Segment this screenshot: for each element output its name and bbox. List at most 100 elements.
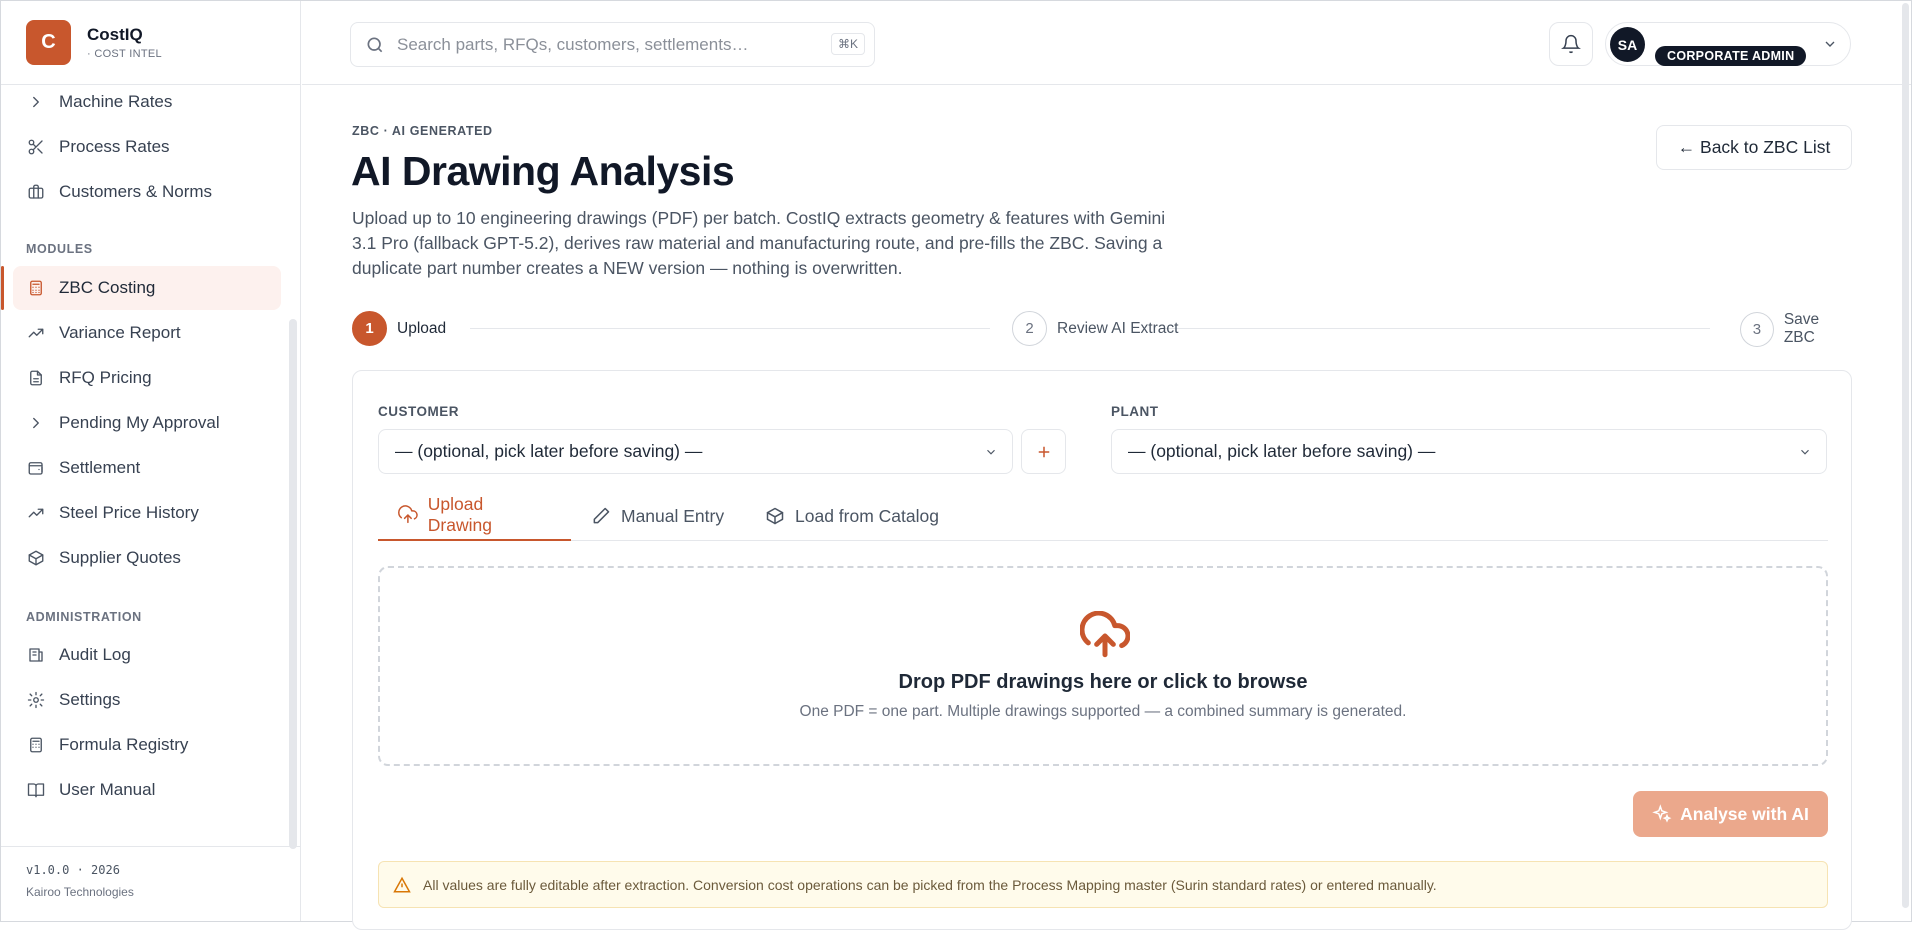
- sidebar-item-label: Settings: [59, 690, 121, 709]
- add-customer-button[interactable]: [1021, 429, 1066, 474]
- pencil-icon: [593, 507, 610, 524]
- tab-label: Upload Drawing: [427, 494, 492, 535]
- user-menu[interactable]: SA CORPORATE ADMIN: [1605, 22, 1851, 66]
- step-label: Upload: [397, 319, 447, 337]
- customer-select[interactable]: — (optional, pick later before saving) —: [378, 429, 1013, 474]
- calculator-icon: [30, 737, 42, 753]
- sidebar-nav: Machine Rates Process Rates Customers & …: [1, 85, 291, 845]
- sidebar-item-label: Variance Report: [59, 323, 181, 342]
- upload-cloud-icon: [398, 505, 418, 524]
- customer-select-value: — (optional, pick later before saving) —: [395, 441, 703, 461]
- sidebar-item-label: Pending My Approval: [59, 413, 220, 432]
- step-number: 3: [1740, 311, 1774, 347]
- step-review-ai-extract: 2 Review AI Extract: [1012, 311, 1178, 346]
- sidebar-item-rfq-pricing[interactable]: RFQ Pricing: [13, 356, 281, 400]
- step-connector: [470, 328, 990, 329]
- notice-text: All values are fully editable after extr…: [423, 876, 1437, 893]
- trending-up-icon: [28, 508, 44, 518]
- notifications-button[interactable]: [1549, 22, 1593, 66]
- step-label: Save ZBC: [1783, 311, 1820, 346]
- search-shortcut-badge: ⌘K: [830, 33, 865, 55]
- step-label: Review AI Extract: [1057, 319, 1179, 337]
- sidebar-item-label: Audit Log: [59, 645, 131, 664]
- brand-subtitle: · COST INTEL: [87, 48, 162, 60]
- sidebar-item-label: Supplier Quotes: [59, 548, 181, 567]
- bell-icon: [1561, 34, 1581, 54]
- sidebar-item-pending-approval[interactable]: Pending My Approval: [13, 401, 281, 445]
- tab-manual-entry[interactable]: Manual Entry: [571, 491, 744, 541]
- page-description: Upload up to 10 engineering drawings (PD…: [352, 208, 1166, 278]
- sidebar-item-customers-norms[interactable]: Customers & Norms: [13, 170, 281, 214]
- brand-logo: C: [26, 20, 71, 65]
- chevron-down-icon: [987, 449, 995, 455]
- tab-label: Manual Entry: [621, 505, 725, 526]
- info-notice: All values are fully editable after extr…: [378, 861, 1828, 908]
- sidebar-item-label: Formula Registry: [59, 735, 189, 754]
- document-icon: [30, 370, 42, 386]
- sidebar-item-label: RFQ Pricing: [59, 368, 152, 387]
- trending-up-icon: [28, 328, 44, 338]
- brand-header[interactable]: C CostIQ · COST INTEL: [1, 1, 300, 85]
- step-number: 2: [1012, 311, 1047, 346]
- step-save-zbc: 3 Save ZBC: [1740, 311, 1852, 347]
- company-name: Kairoo Technologies: [26, 885, 134, 899]
- main-content: ZBC · AI GENERATED AI Drawing Analysis U…: [302, 85, 1911, 930]
- sidebar-item-label: Process Rates: [59, 137, 170, 156]
- sidebar-item-steel-price-history[interactable]: Steel Price History: [13, 491, 281, 535]
- warning-icon: [393, 876, 411, 892]
- sidebar: C CostIQ · COST INTEL Machine Rates Proc…: [1, 1, 301, 921]
- back-to-zbc-list-button[interactable]: ← Back to ZBC List: [1656, 125, 1852, 170]
- sidebar-item-label: Settlement: [59, 458, 141, 477]
- dropzone-title: Drop PDF drawings here or click to brows…: [898, 671, 1308, 693]
- page-eyebrow: ZBC · AI GENERATED: [352, 124, 493, 138]
- box-icon: [766, 507, 784, 525]
- search-icon: [367, 37, 383, 52]
- plant-select[interactable]: — (optional, pick later before saving) —: [1111, 429, 1827, 474]
- search-input[interactable]: [397, 34, 817, 55]
- page-title: AI Drawing Analysis: [351, 148, 735, 194]
- tab-load-from-catalog[interactable]: Load from Catalog: [745, 491, 959, 541]
- search-box[interactable]: ⌘K: [350, 22, 875, 67]
- book-icon: [27, 783, 45, 798]
- sidebar-item-machine-rates[interactable]: Machine Rates: [13, 85, 281, 124]
- tab-upload-drawing[interactable]: Upload Drawing: [378, 491, 571, 541]
- chevron-right-icon: [33, 417, 39, 429]
- stepper: 1 Upload 2 Review AI Extract 3 Save ZBC: [352, 311, 1852, 347]
- sidebar-item-user-manual[interactable]: User Manual: [13, 768, 281, 812]
- page-scrollbar[interactable]: [1900, 1, 1911, 921]
- section-label-administration: ADMINISTRATION: [26, 610, 142, 624]
- sidebar-item-formula-registry[interactable]: Formula Registry: [13, 723, 281, 767]
- chevron-down-icon: [1825, 41, 1835, 47]
- calculator-icon: [30, 280, 42, 296]
- pdf-dropzone[interactable]: Drop PDF drawings here or click to brows…: [378, 566, 1828, 766]
- upload-cloud-icon: [1080, 611, 1130, 658]
- chevron-down-icon: [1801, 449, 1809, 455]
- sidebar-item-zbc-costing[interactable]: ZBC Costing: [1, 266, 281, 310]
- app-version: v1.0.0 · 2026: [26, 863, 120, 877]
- sidebar-item-label: User Manual: [59, 780, 156, 799]
- plant-select-value: — (optional, pick later before saving) —: [1128, 441, 1436, 461]
- sidebar-item-process-rates[interactable]: Process Rates: [13, 125, 281, 169]
- sparkles-icon: [1652, 804, 1672, 823]
- scissors-icon: [28, 139, 43, 155]
- sidebar-item-label: Steel Price History: [59, 503, 199, 522]
- sidebar-item-settlement[interactable]: Settlement: [13, 446, 281, 490]
- sidebar-item-label: Customers & Norms: [59, 182, 213, 201]
- sidebar-item-audit-log[interactable]: Audit Log: [13, 633, 281, 677]
- customer-label: CUSTOMER: [378, 404, 460, 419]
- gear-icon: [27, 691, 45, 709]
- sidebar-item-settings[interactable]: Settings: [13, 678, 281, 722]
- sidebar-item-variance-report[interactable]: Variance Report: [13, 311, 281, 355]
- step-connector: [1160, 328, 1710, 329]
- analyse-with-ai-button[interactable]: Analyse with AI: [1633, 791, 1828, 837]
- top-bar: ⌘K SA CORPORATE ADMIN: [302, 1, 1911, 85]
- sidebar-scrollbar[interactable]: [289, 319, 297, 849]
- briefcase-icon: [28, 184, 44, 199]
- wallet-icon: [28, 462, 43, 475]
- sidebar-item-label: ZBC Costing: [59, 278, 156, 297]
- tab-label: Load from Catalog: [795, 505, 939, 526]
- package-icon: [28, 550, 44, 566]
- page-scrollbar-thumb[interactable]: [1902, 3, 1909, 908]
- sidebar-item-supplier-quotes[interactable]: Supplier Quotes: [13, 536, 281, 580]
- brand-text: CostIQ · COST INTEL: [87, 25, 162, 60]
